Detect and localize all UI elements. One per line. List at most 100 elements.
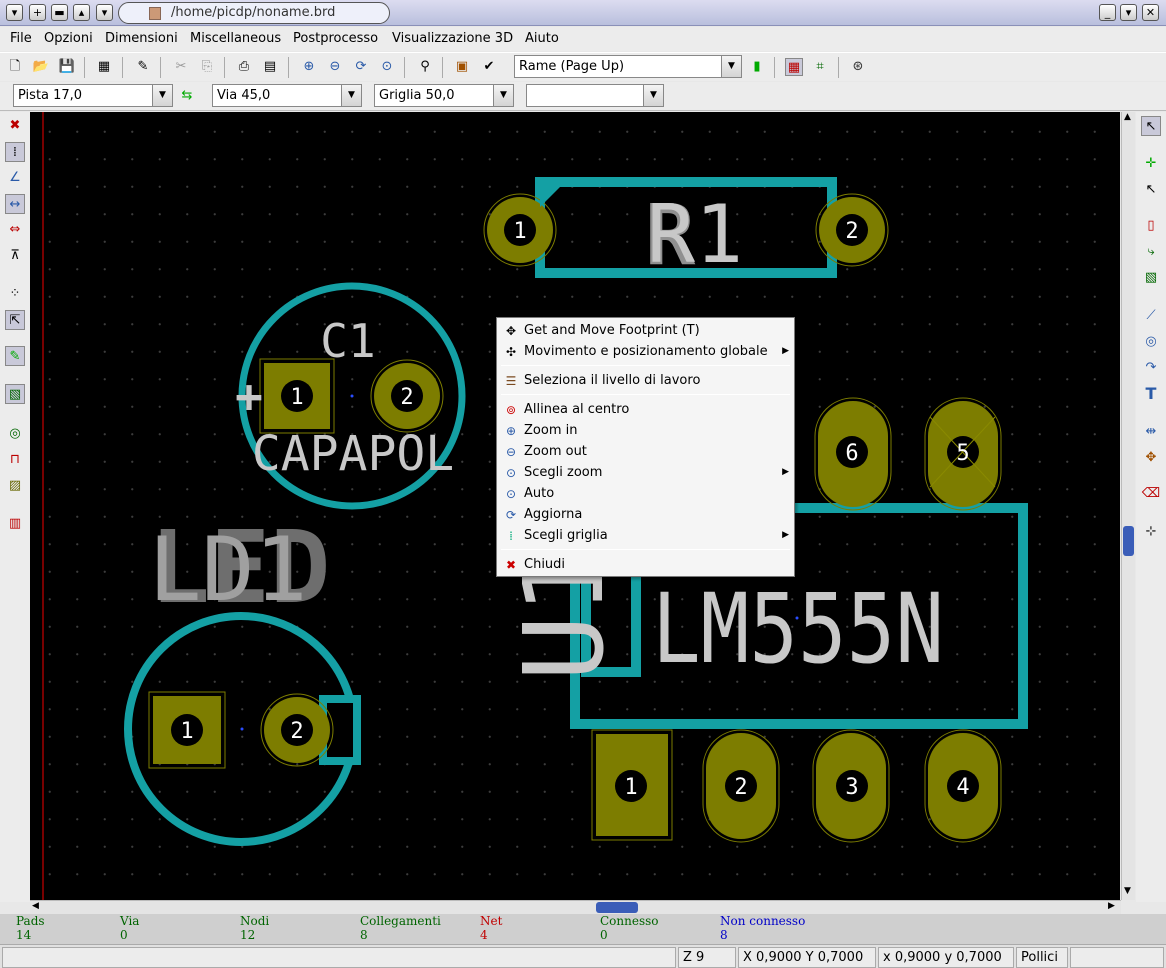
add-line-icon[interactable]: ⟋ [1141,306,1161,326]
sticky-button[interactable]: + [29,4,46,21]
u1-value-text: LM555N [652,573,944,685]
auto-track-width-icon[interactable]: ⇆ [178,87,196,105]
grid-icon: ⁞ [509,529,513,543]
add-dimension-icon[interactable]: ⇹ [1141,422,1161,442]
print-icon[interactable]: ⎙ [235,58,253,76]
track-width-value: Pista 17,0 [18,88,83,103]
add-circle-icon[interactable]: ◎ [1141,332,1161,352]
zoom-auto-icon[interactable]: ⊙ [378,58,396,76]
layer-pair-icon[interactable]: ▮ [748,58,766,76]
local-ratsnest-icon[interactable]: ↖ [1141,180,1161,200]
redraw-icon[interactable]: ⟳ [352,58,370,76]
menu-item-get-move-footprint[interactable]: ✥ Get and Move Footprint (T) [497,320,794,341]
polar-coords-icon[interactable]: ∠ [5,168,25,188]
new-board-icon[interactable]: 🗋 [6,58,24,76]
units-inch-icon[interactable]: ↔ [5,194,25,214]
redraw-icon: ⟳ [505,508,517,522]
autoroute-icon[interactable]: ⊛ [849,58,867,76]
menu-item-global-move[interactable]: ✣ Movimento e posizionamento globale ▶ [497,341,794,362]
plot-icon[interactable]: ▤ [261,58,279,76]
tracks-sketch-icon[interactable]: ⊓ [5,450,25,470]
layer-select[interactable]: Rame (Page Up) ▼ [514,55,742,78]
menu-visualizzazione-3d[interactable]: Visualizzazione 3D [392,31,513,46]
menu-item-close[interactable]: ✖ Chiudi [497,554,794,575]
add-arc-icon[interactable]: ↷ [1141,358,1161,378]
high-contrast-icon[interactable]: ▨ [5,476,25,496]
menu-item-auto[interactable]: ⊙ Auto [497,483,794,504]
add-target-icon[interactable]: ✥ [1141,448,1161,468]
select-arrow-icon[interactable]: ↖ [1141,116,1161,136]
ld1-reference-text: LD1 [149,518,308,621]
netlist-icon[interactable]: ▣ [453,58,471,76]
pads-sketch-icon[interactable]: ◎ [5,424,25,444]
move-footprint-icon: ✥ [505,324,517,338]
add-zones-icon[interactable]: ▧ [1141,268,1161,288]
status-zoom: Z 9 [678,947,736,968]
cursor-shape-icon[interactable]: ⊼ [5,246,25,266]
add-module-icon[interactable]: ▯ [1141,216,1161,236]
lower-button[interactable]: ▾ [96,4,113,21]
raise-button[interactable]: ▴ [73,4,90,21]
zones-icon[interactable]: ▧ [5,384,25,404]
page-settings-icon[interactable]: ▦ [95,58,113,76]
title-bar: ▾ + ▬ ▴ ▾ /home/picdp/noname.brd _ ▾ ✕ [0,0,1166,26]
place-offset-icon[interactable]: ⊹ [1141,522,1161,542]
c1-value-text: CAPAPOL [252,426,454,482]
drc-icon[interactable]: ✔ [480,58,498,76]
menu-file[interactable]: File [10,31,32,46]
save-icon[interactable]: 💾 [58,58,76,76]
via-size-select[interactable]: Via 45,0 ▼ [212,84,362,107]
zoom-out-icon[interactable]: ⊖ [326,58,344,76]
close-button[interactable]: ✕ [1142,4,1159,21]
shade-button[interactable]: ▾ [1120,4,1137,21]
menu-item-zoom-out[interactable]: ⊖ Zoom out [497,441,794,462]
menu-item-center[interactable]: ⊚ Allinea al centro [497,399,794,420]
highlight-net-icon[interactable]: ✛ [1141,154,1161,174]
microwave-tools-icon[interactable]: ▥ [5,514,25,534]
menu-miscellaneous[interactable]: Miscellaneous [190,31,281,46]
menu-item-choose-grid[interactable]: ⁞ Scegli griglia ▶ [497,525,794,546]
menu-postprocesso[interactable]: Postprocesso [293,31,378,46]
edit-module-icon[interactable]: ✎ [134,58,152,76]
module-ratsnest-icon[interactable]: ⇱ [5,310,25,330]
zoom-in-icon[interactable]: ⊕ [300,58,318,76]
units-mm-icon[interactable]: ⇔ [5,220,25,240]
track-width-select[interactable]: Pista 17,0 ▼ [13,84,173,107]
menu-aiuto[interactable]: Aiuto [525,31,559,46]
scroll-up-icon[interactable]: ▲ [1124,112,1131,122]
iconify-button[interactable]: ▬ [51,4,68,21]
ratsnest-icon[interactable]: ⁘ [5,284,25,304]
add-text-icon[interactable]: T [1141,384,1161,404]
auto-delete-track-icon[interactable]: ✎ [5,346,25,366]
scroll-right-icon[interactable]: ▶ [1108,901,1115,911]
grid-select[interactable]: Griglia 50,0 ▼ [374,84,514,107]
zoom-select[interactable]: ▼ [526,84,664,107]
drc-off-icon[interactable]: ✖ [5,116,25,136]
grid-toggle-icon[interactable]: ⁞ [5,142,25,162]
window-menu-button[interactable]: ▾ [6,4,23,21]
show-ratsnest-icon[interactable]: ▦ [785,58,803,76]
minimize-button[interactable]: _ [1099,4,1116,21]
menu-item-choose-zoom[interactable]: ⊙ Scegli zoom ▶ [497,462,794,483]
cut-icon[interactable]: ✂ [172,58,190,76]
menu-item-select-layer[interactable]: ☰ Seleziona il livello di lavoro [497,370,794,391]
vertical-scrollbar[interactable]: ▲ ▼ [1121,112,1135,900]
delete-items-icon[interactable]: ⌫ [1141,484,1161,504]
chevron-down-icon: ▼ [341,85,361,106]
add-tracks-icon[interactable]: ⤷ [1141,242,1161,262]
zoom-out-icon: ⊖ [505,445,517,459]
menu-dimensioni[interactable]: Dimensioni [105,31,178,46]
horizontal-scroll-thumb[interactable] [596,902,638,913]
scroll-left-icon[interactable]: ◀ [32,901,39,911]
menu-item-refresh[interactable]: ⟳ Aggiorna [497,504,794,525]
horizontal-scrollbar[interactable]: ◀ ▶ [30,900,1121,914]
module-ratsnest-icon[interactable]: ⌗ [811,58,829,76]
menu-opzioni[interactable]: Opzioni [44,31,93,46]
scroll-down-icon[interactable]: ▼ [1124,886,1131,896]
find-icon[interactable]: ⚲ [416,58,434,76]
layers-icon: ☰ [505,374,517,388]
vertical-scroll-thumb[interactable] [1123,526,1134,556]
open-icon[interactable]: 📂 [32,58,50,76]
copy-icon[interactable]: ⎘ [198,58,216,76]
menu-item-zoom-in[interactable]: ⊕ Zoom in [497,420,794,441]
